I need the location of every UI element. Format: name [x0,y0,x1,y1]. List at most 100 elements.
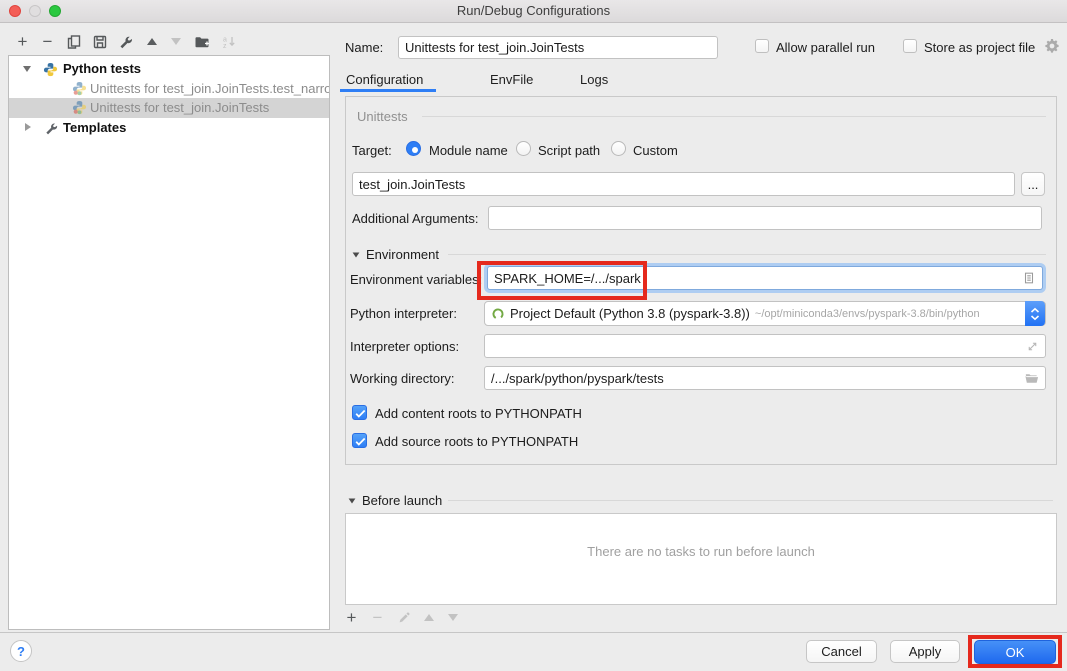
configuration-panel: Unittests Target: Module name Script pat… [345,96,1057,465]
conda-ring-icon [491,307,505,321]
tree-item-label: Templates [63,120,126,135]
python-test-icon [72,100,87,115]
remove-configuration-button[interactable]: − [38,32,57,51]
save-configuration-button[interactable] [90,32,109,51]
environment-section-title: Environment [366,247,439,262]
interpreter-options-field[interactable] [484,334,1046,358]
add-source-roots-checkbox[interactable] [352,433,367,448]
module-name-input[interactable] [352,172,1015,196]
add-content-roots-label: Add content roots to PYTHONPATH [375,406,582,421]
move-down-button[interactable] [166,32,185,51]
allow-parallel-run-checkbox[interactable] [755,39,769,53]
new-folder-button[interactable] [192,32,211,51]
before-launch-remove-button[interactable]: − [368,608,387,627]
working-directory-field[interactable]: /.../spark/python/pyspark/tests [484,366,1046,390]
python-interpreter-combo[interactable]: Project Default (Python 3.8 (pyspark-3.8… [484,301,1046,326]
combo-stepper-icon[interactable] [1025,301,1045,326]
tree-item-label: Unittests for test_join.JoinTests.test_n… [90,81,329,96]
svg-text:z: z [223,43,227,50]
move-down-icon [171,38,181,45]
target-custom-radio[interactable] [611,141,626,156]
environment-collapse-icon[interactable] [353,252,360,257]
target-script-path-radio[interactable] [516,141,531,156]
tab-configuration[interactable]: Configuration [346,72,423,87]
target-label: Target: [352,143,392,158]
edit-templates-button[interactable] [116,32,135,51]
check-icon [353,434,368,449]
target-module-name-radio[interactable] [406,141,421,156]
additional-arguments-input[interactable] [488,206,1042,230]
active-tab-underline [340,89,436,92]
cancel-button[interactable]: Cancel [806,640,877,663]
tab-logs[interactable]: Logs [580,72,608,87]
add-icon: + [347,608,357,628]
help-button[interactable]: ? [10,640,32,662]
tree-item-unittests-narrow[interactable]: Unittests for test_join.JoinTests.test_n… [9,79,329,99]
wrench-icon [44,121,59,136]
environment-variables-field[interactable]: SPARK_HOME=/.../spark [487,266,1043,290]
move-up-icon [424,614,434,621]
cancel-button-label: Cancel [821,644,861,659]
help-icon: ? [17,644,25,659]
edit-pencil-icon [397,611,411,625]
python-interpreter-value: Project Default (Python 3.8 (pyspark-3.8… [510,306,750,321]
python-interpreter-label: Python interpreter: [350,306,457,321]
titlebar: Run/Debug Configurations [0,0,1067,23]
new-folder-icon [194,34,210,50]
python-interpreter-path: ~/opt/miniconda3/envs/pyspark-3.8/bin/py… [755,308,980,320]
add-configuration-button[interactable]: + [13,32,32,51]
name-input[interactable] [398,36,718,59]
sort-alpha-icon: az [221,34,237,50]
move-up-button[interactable] [142,32,161,51]
tree-item-templates[interactable]: Templates [9,118,329,138]
expand-arrow-icon[interactable] [23,66,31,72]
gear-icon[interactable] [1044,38,1060,54]
target-module-name-label: Module name [429,143,508,158]
collapse-arrow-icon[interactable] [25,123,31,131]
move-down-icon [448,614,458,621]
store-as-project-file-label: Store as project file [924,40,1035,55]
interpreter-options-label: Interpreter options: [350,339,459,354]
ok-button[interactable]: OK [974,640,1056,664]
browse-module-button[interactable]: ... [1021,172,1045,196]
add-source-roots-label: Add source roots to PYTHONPATH [375,434,578,449]
environment-divider [448,254,1046,255]
store-as-project-file-checkbox[interactable] [903,39,917,53]
tree-item-label: Unittests for test_join.JoinTests [90,100,269,115]
window-title: Run/Debug Configurations [0,3,1067,18]
add-content-roots-checkbox[interactable] [352,405,367,420]
expand-icon[interactable] [1026,340,1039,353]
working-directory-label: Working directory: [350,371,455,386]
browse-list-icon[interactable] [1022,271,1036,285]
folder-icon[interactable] [1024,371,1039,386]
before-launch-move-down-button[interactable] [443,608,462,627]
target-custom-label: Custom [633,143,678,158]
tree-item-python-tests[interactable]: Python tests [9,59,329,79]
before-launch-divider [448,500,1053,501]
unittests-group-title: Unittests [357,109,408,124]
apply-button[interactable]: Apply [890,640,960,663]
environment-variables-value: SPARK_HOME=/.../spark [494,271,1022,286]
remove-icon: − [373,608,383,628]
python-icon [43,62,58,77]
save-icon [92,34,108,50]
configuration-tree: Python tests Unittests for test_join.Joi… [8,55,330,630]
working-directory-value: /.../spark/python/pyspark/tests [491,371,1024,386]
sort-alphabetically-button[interactable]: az [219,32,238,51]
before-launch-add-button[interactable]: + [342,608,361,627]
group-divider [422,116,1046,117]
tree-item-unittests-jointests-selected[interactable]: Unittests for test_join.JoinTests [9,98,329,118]
allow-parallel-run-label: Allow parallel run [776,40,875,55]
before-launch-collapse-icon[interactable] [349,498,356,503]
before-launch-edit-button[interactable] [394,608,413,627]
remove-icon: − [43,32,53,52]
apply-button-label: Apply [909,644,942,659]
copy-configuration-button[interactable] [64,32,83,51]
tab-envfile[interactable]: EnvFile [490,72,533,87]
move-up-icon [147,38,157,45]
name-label: Name: [345,40,383,55]
target-script-path-label: Script path [538,143,600,158]
before-launch-move-up-button[interactable] [419,608,438,627]
check-icon [353,406,368,421]
before-launch-task-list[interactable]: There are no tasks to run before launch [345,513,1057,605]
